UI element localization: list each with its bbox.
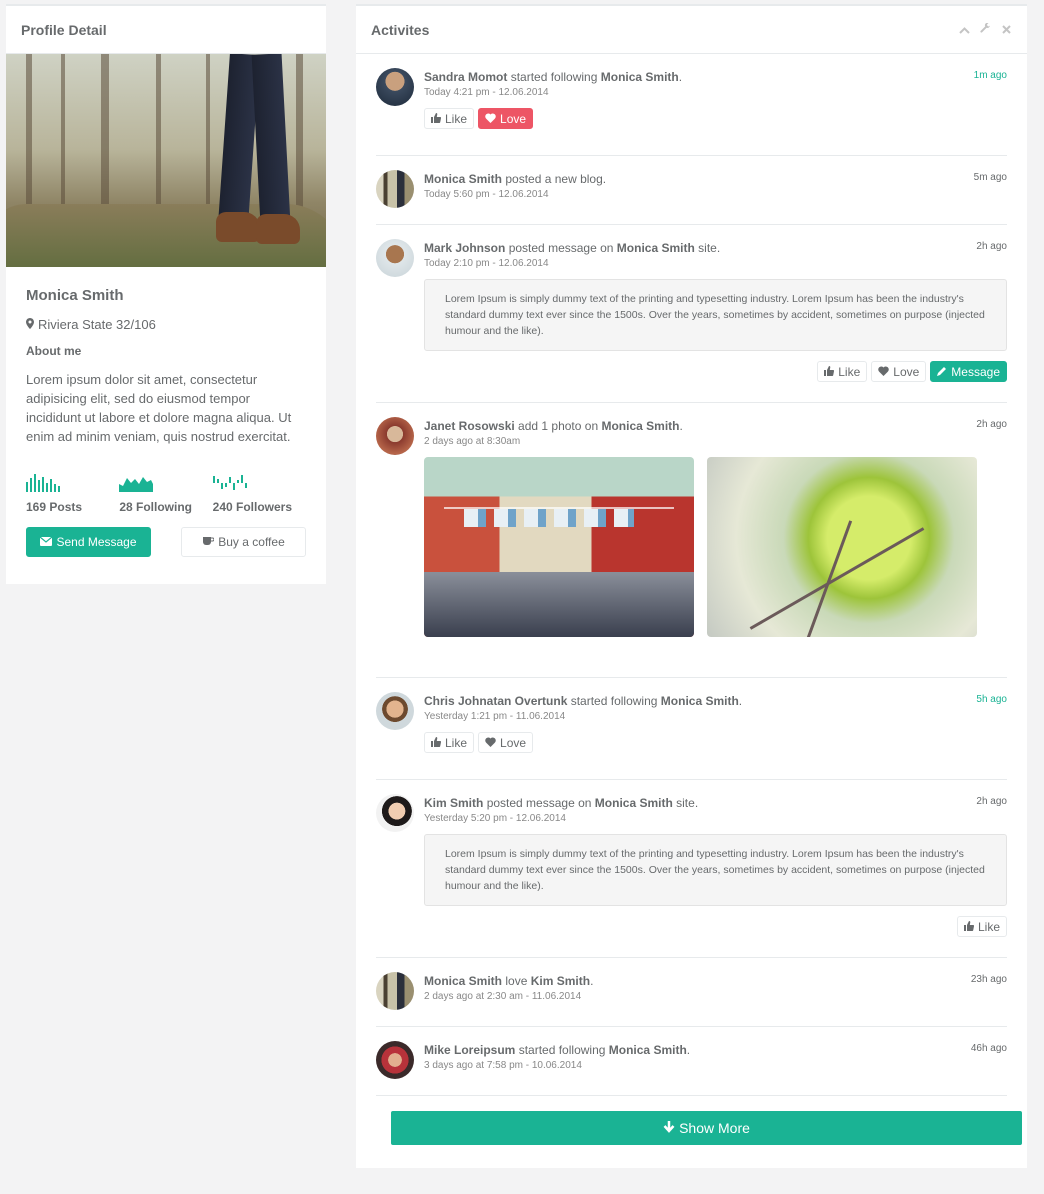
pencil-icon bbox=[937, 365, 947, 379]
like-button[interactable]: Like bbox=[956, 916, 1007, 937]
like-button[interactable]: Like bbox=[424, 108, 475, 129]
activity-feed: Sandra Momot started following Monica Sm… bbox=[356, 54, 1027, 1096]
profile-panel-title: Profile Detail bbox=[21, 21, 107, 38]
feed-item: Chris Johnatan Overtunk started followin… bbox=[376, 678, 1007, 780]
love-button[interactable]: Love bbox=[871, 361, 927, 382]
stat-following: 28 Following bbox=[119, 474, 212, 514]
activity-panel-title: Activites bbox=[371, 21, 430, 38]
feed-item: Mark Johnson posted message on Monica Sm… bbox=[376, 225, 1007, 403]
thumbs-up-icon bbox=[824, 365, 835, 379]
feed-item: Monica Smith posted a new blog. Today 5:… bbox=[376, 156, 1007, 225]
target-link[interactable]: Monica Smith bbox=[617, 241, 695, 255]
profile-location: Riviera State 32/106 bbox=[26, 317, 306, 332]
love-button[interactable]: Love bbox=[478, 108, 534, 129]
timestamp: Yesterday 5:20 pm - 12.06.2014 bbox=[424, 813, 566, 824]
thumbs-up-icon bbox=[963, 920, 975, 934]
like-button[interactable]: Like bbox=[424, 732, 475, 753]
arrow-down-icon bbox=[663, 1120, 675, 1136]
time-ago: 5h ago bbox=[976, 694, 1007, 705]
about-text: Lorem ipsum dolor sit amet, consectetur … bbox=[26, 372, 292, 444]
actor-link[interactable]: Janet Rosowski bbox=[424, 419, 515, 433]
time-ago: 2h ago bbox=[976, 241, 1007, 252]
target-link[interactable]: Monica Smith bbox=[661, 694, 739, 708]
target-link[interactable]: Monica Smith bbox=[601, 70, 679, 84]
message-body: Lorem Ipsum is simply dummy text of the … bbox=[424, 834, 1007, 906]
bar-sparkline-icon bbox=[26, 474, 119, 492]
feed-item: Janet Rosowski add 1 photo on Monica Smi… bbox=[376, 403, 1007, 678]
timestamp: 3 days ago at 7:58 pm - 10.06.2014 bbox=[424, 1060, 582, 1071]
time-ago: 1m ago bbox=[973, 70, 1007, 81]
profile-location-text: Riviera State 32/106 bbox=[38, 317, 156, 332]
envelope-icon bbox=[40, 535, 53, 549]
coffee-icon bbox=[202, 535, 215, 549]
profile-panel-header: Profile Detail bbox=[6, 6, 326, 54]
actor-link[interactable]: Monica Smith bbox=[424, 172, 502, 186]
tristate-sparkline-icon bbox=[212, 474, 306, 492]
actor-link[interactable]: Mark Johnson bbox=[424, 241, 505, 255]
avatar[interactable] bbox=[376, 417, 414, 455]
actor-link[interactable]: Sandra Momot bbox=[424, 70, 507, 84]
avatar[interactable] bbox=[376, 692, 414, 730]
photo-street[interactable] bbox=[424, 457, 694, 637]
avatar[interactable] bbox=[376, 972, 414, 1010]
feed-item: Sandra Momot started following Monica Sm… bbox=[376, 54, 1007, 156]
timestamp: 2 days ago at 8:30am bbox=[424, 436, 521, 447]
activity-panel: Activites Sandra Momot started following… bbox=[356, 4, 1027, 1168]
timestamp: Yesterday 1:21 pm - 11.06.2014 bbox=[424, 711, 566, 722]
avatar[interactable] bbox=[376, 170, 414, 208]
map-marker-icon bbox=[26, 317, 34, 332]
time-ago: 5m ago bbox=[973, 172, 1007, 183]
feed-item: Mike Loreipsum started following Monica … bbox=[376, 1027, 1007, 1096]
buy-coffee-button[interactable]: Buy a coffee bbox=[181, 527, 306, 557]
timestamp: Today 5:60 pm - 12.06.2014 bbox=[424, 189, 549, 200]
profile-name: Monica Smith bbox=[26, 287, 124, 304]
feed-item: Kim Smith posted message on Monica Smith… bbox=[376, 780, 1007, 958]
time-ago: 46h ago bbox=[970, 1043, 1007, 1054]
timestamp: 2 days ago at 2:30 am - 11.06.2014 bbox=[424, 991, 582, 1002]
stat-posts: 169 Posts bbox=[26, 474, 119, 514]
heart-icon bbox=[485, 736, 496, 750]
heart-icon bbox=[485, 112, 496, 126]
target-link[interactable]: Kim Smith bbox=[531, 974, 590, 988]
feed-item: Monica Smith love Kim Smith. 2 days ago … bbox=[376, 958, 1007, 1027]
love-button[interactable]: Love bbox=[478, 732, 534, 753]
time-ago: 2h ago bbox=[976, 796, 1007, 807]
time-ago: 2h ago bbox=[976, 419, 1007, 430]
actor-link[interactable]: Mike Loreipsum bbox=[424, 1043, 515, 1057]
message-body: Lorem Ipsum is simply dummy text of the … bbox=[424, 279, 1007, 351]
like-button[interactable]: Like bbox=[817, 361, 868, 382]
stat-followers: 240 Followers bbox=[212, 474, 306, 514]
avatar[interactable] bbox=[376, 68, 414, 106]
target-link[interactable]: Monica Smith bbox=[609, 1043, 687, 1057]
avatar[interactable] bbox=[376, 239, 414, 277]
message-button[interactable]: Message bbox=[930, 361, 1007, 382]
profile-stats: 169 Posts 28 Following 240 Followers bbox=[26, 474, 306, 514]
actor-link[interactable]: Chris Johnatan Overtunk bbox=[424, 694, 567, 708]
profile-panel: Profile Detail Monica Smith Riviera Stat… bbox=[6, 4, 326, 584]
activity-panel-header: Activites bbox=[356, 6, 1027, 54]
avatar[interactable] bbox=[376, 1041, 414, 1079]
close-icon[interactable] bbox=[1000, 23, 1012, 37]
wrench-icon[interactable] bbox=[979, 22, 991, 37]
about-heading: About me bbox=[26, 344, 82, 358]
target-link[interactable]: Monica Smith bbox=[601, 419, 679, 433]
chevron-up-icon[interactable] bbox=[958, 23, 970, 37]
actor-link[interactable]: Kim Smith bbox=[424, 796, 483, 810]
thumbs-up-icon bbox=[431, 112, 442, 126]
timestamp: Today 4:21 pm - 12.06.2014 bbox=[424, 87, 549, 98]
actor-link[interactable]: Monica Smith bbox=[424, 974, 502, 988]
profile-cover-image bbox=[6, 54, 326, 267]
timestamp: Today 2:10 pm - 12.06.2014 bbox=[424, 258, 549, 269]
thumbs-up-icon bbox=[431, 736, 442, 750]
show-more-button[interactable]: Show More bbox=[391, 1111, 1022, 1145]
send-message-button[interactable]: Send Message bbox=[26, 527, 151, 557]
avatar[interactable] bbox=[376, 794, 414, 832]
time-ago: 23h ago bbox=[970, 974, 1007, 985]
target-link[interactable]: Monica Smith bbox=[595, 796, 673, 810]
heart-icon bbox=[878, 365, 890, 379]
area-sparkline-icon bbox=[119, 474, 212, 492]
photo-leaf[interactable] bbox=[707, 457, 977, 637]
